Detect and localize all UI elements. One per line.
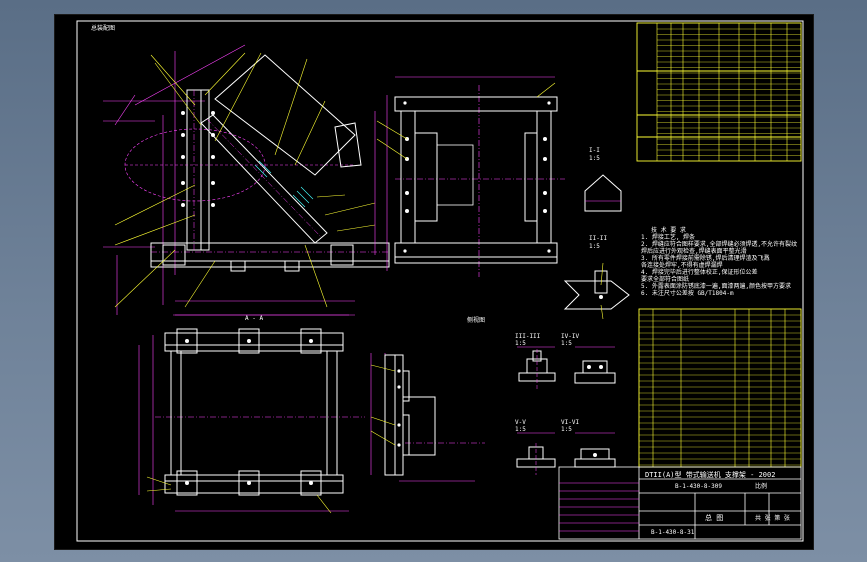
detail-1-title: I-I (589, 147, 600, 154)
parts-tables (636, 22, 802, 162)
detail-views (516, 174, 630, 475)
cad-drawing-viewport[interactable]: 总装配图 A - A 侧视图 I-I 1:5 II-II 1:5 III-III… (54, 14, 814, 550)
note-line: 4. 焊接完毕后进行整体校正,保证形位公差 (641, 269, 758, 276)
detail-2-title: II-II (589, 235, 608, 242)
sheet-label: 共 张 第 张 (755, 515, 790, 522)
detail-4-title: IV-IV (561, 333, 580, 340)
detail-4-scale: 1:5 (561, 340, 572, 347)
detail-5-title: V-V (515, 419, 526, 426)
technical-notes: 技 术 要 求 1. 焊接工艺, 焊条 2. 焊缝应符合图样要求,全部焊缝必须焊透… (641, 227, 798, 297)
note-line: 要求全部符合图纸 (641, 276, 690, 283)
note-line: 6. 未注尺寸公差按 GB/T1804-m (641, 290, 734, 297)
scale-label: 比例 (755, 483, 768, 490)
detail-6-scale: 1:5 (561, 426, 572, 433)
note-line: 3. 所有零件焊接前需除锈,焊后清理焊渣及飞溅 (641, 255, 770, 262)
bom-rows (639, 314, 801, 466)
note-line: 2. 焊缝应符合图样要求,全部焊缝必须焊透,不允许有裂纹 (641, 241, 798, 248)
detail-2-scale: 1:5 (589, 243, 600, 250)
notes-title: 技 术 要 求 (651, 227, 686, 234)
company-code: B-1-430-8-31 (651, 529, 695, 536)
bom-table (638, 308, 802, 468)
top-view (374, 76, 565, 277)
detail-5-scale: 1:5 (515, 426, 526, 433)
drawing-code: B-1-430-8-309 (675, 483, 722, 490)
detail-3-scale: 1:5 (515, 340, 526, 347)
assembly-label: 总 图 (705, 514, 724, 522)
schedule-rows (657, 28, 801, 156)
corner-label: 总装配图 (91, 25, 116, 32)
front-view (103, 44, 390, 316)
section-a-label: A - A (245, 315, 264, 322)
plan-view (138, 314, 365, 514)
drawing-title: DTII(A)型 带式输送机 支撑架 - 2002 (645, 471, 776, 479)
detail-1-scale: 1:5 (589, 155, 600, 162)
note-line: 5. 外露表面涂防锈底漆一遍,面漆两遍,颜色按甲方要求 (641, 283, 792, 290)
note-line: 各连接处焊牢,不得有虚焊漏焊 (641, 262, 723, 269)
note-line: 1. 焊接工艺, 焊条 (641, 234, 696, 241)
notes-list: 1. 焊接工艺, 焊条 2. 焊缝应符合图样要求,全部焊缝必须焊透,不允许有裂纹 … (641, 234, 798, 297)
note-line: 焊后应进行外观检查,焊缝表面平整光滑 (641, 248, 747, 255)
detail-3-title: III-III (515, 333, 541, 340)
detail-6-title: VI-VI (561, 419, 580, 426)
side-view (370, 353, 485, 482)
side-view-label: 侧视图 (467, 317, 486, 324)
